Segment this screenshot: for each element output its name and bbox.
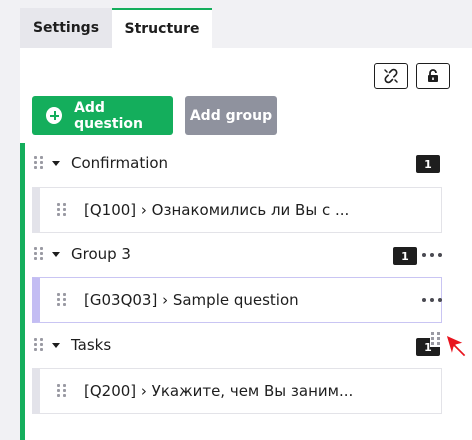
group-accent-bar [20, 143, 25, 440]
plus-circle-icon [46, 107, 63, 124]
chevron-down-icon[interactable] [52, 160, 60, 166]
chevron-down-icon[interactable] [52, 251, 60, 257]
lock-button[interactable] [416, 63, 450, 89]
question-text: [Q200] › Укажите, чем Вы заним... [84, 382, 354, 400]
question-count-badge: 1 [416, 155, 440, 173]
group-title: Confirmation [71, 154, 169, 172]
drag-handle-icon[interactable] [34, 247, 44, 261]
question-text: [G03Q03] › Sample question [84, 291, 299, 309]
unlock-icon [428, 69, 438, 82]
question-item[interactable]: [Q200] › Укажите, чем Вы заним... [32, 368, 442, 414]
question-count-badge: 1 [393, 247, 417, 265]
group-title: Tasks [71, 336, 112, 354]
tab-bar: Settings Structure [20, 8, 212, 48]
drag-handle-icon[interactable] [57, 384, 67, 398]
group-header-confirmation[interactable]: Confirmation [34, 149, 444, 177]
add-group-button[interactable]: Add group [185, 96, 277, 135]
question-item[interactable]: [Q100] › Ознакомились ли Вы с ... [32, 187, 442, 233]
group-header-group-3[interactable]: Group 3 [34, 240, 444, 268]
group-header-tasks[interactable]: Tasks [34, 331, 444, 359]
question-text: [Q100] › Ознакомились ли Вы с ... [84, 201, 350, 219]
structure-panel: Add question Add group Confirmation 1 [Q… [20, 48, 472, 440]
more-options-icon[interactable] [422, 252, 442, 258]
drag-handle-icon[interactable] [57, 203, 67, 217]
add-question-label: Add question [74, 99, 143, 132]
drag-handle-icon[interactable] [34, 338, 44, 352]
group-title: Group 3 [71, 245, 131, 263]
unlink-button[interactable] [374, 63, 408, 89]
mouse-cursor-icon [445, 334, 467, 358]
tab-settings[interactable]: Settings [20, 8, 112, 48]
unlink-icon [384, 68, 398, 84]
drag-handle-icon[interactable] [34, 156, 44, 170]
more-options-icon[interactable] [422, 297, 442, 303]
add-question-button[interactable]: Add question [32, 96, 173, 135]
chevron-down-icon[interactable] [52, 342, 60, 348]
add-group-label: Add group [189, 107, 273, 124]
drag-handle-icon[interactable] [430, 331, 442, 347]
question-item[interactable]: [G03Q03] › Sample question [32, 277, 442, 323]
tab-structure[interactable]: Structure [112, 8, 212, 48]
drag-handle-icon[interactable] [57, 293, 67, 307]
